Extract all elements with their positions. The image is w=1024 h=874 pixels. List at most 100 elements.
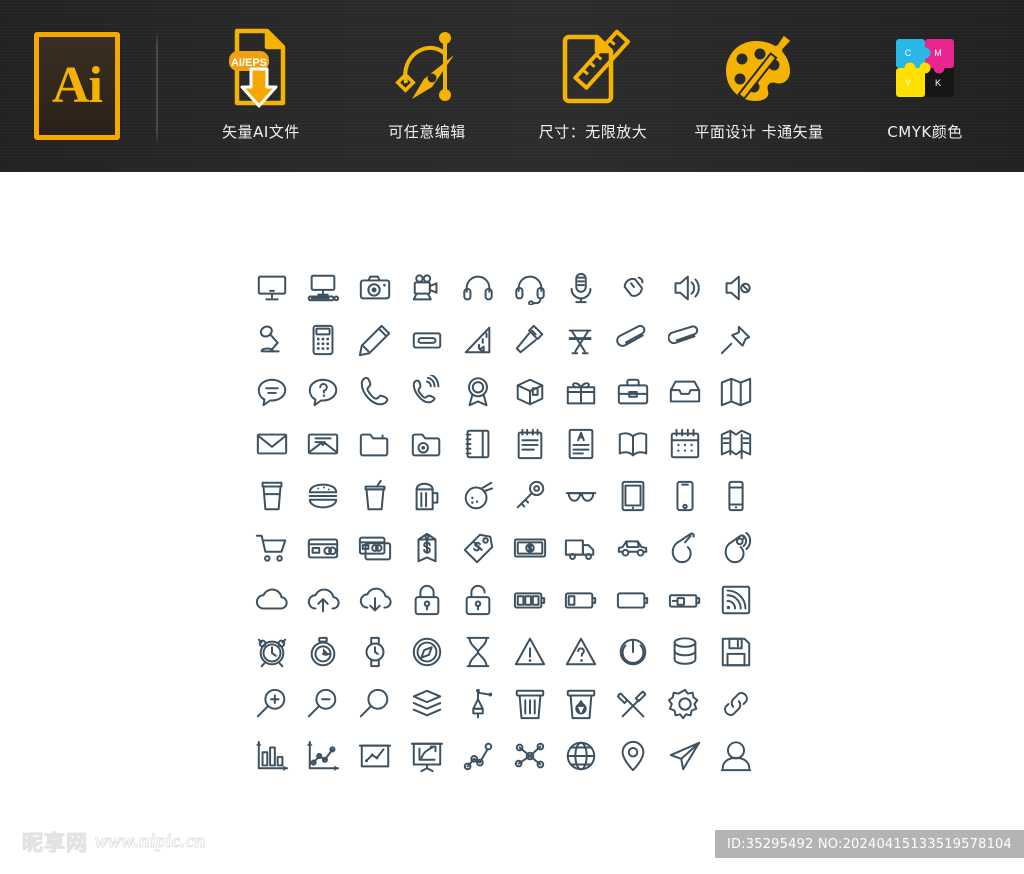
icon-cell (246, 418, 298, 470)
headphones-icon (463, 275, 493, 301)
icon-cell (504, 470, 556, 522)
microphone-icon (570, 272, 592, 304)
battery-charging-icon (668, 594, 700, 608)
battery-empty-icon (616, 592, 649, 609)
icon-cell (556, 418, 608, 470)
icon-cell (298, 314, 350, 366)
icon-cell (659, 470, 711, 522)
award-ribbon-icon (468, 377, 489, 407)
soda-cup-icon (364, 479, 386, 511)
credit-cards-icon (358, 536, 392, 561)
photo-folder-icon (411, 433, 440, 457)
inbox-tray-icon (669, 380, 700, 403)
icon-cell (556, 262, 608, 314)
globe-icon (567, 741, 596, 771)
feature-label-design: 平面设计 卡通矢量 (694, 123, 824, 141)
icon-cell (556, 730, 608, 782)
icon-cell (659, 314, 711, 366)
wristwatch-icon (365, 636, 385, 668)
cloud-upload-icon (308, 588, 340, 613)
icon-cell (710, 470, 762, 522)
open-envelope-icon (308, 433, 339, 455)
triangle-ruler-icon (464, 326, 491, 354)
icon-cell (401, 366, 453, 418)
svg-text:K: K (935, 78, 941, 88)
icon-cell (298, 522, 350, 574)
database-icon (673, 637, 696, 665)
icon-cell (452, 314, 504, 366)
tap-gesture-icon (724, 531, 752, 564)
feature-label-scalable: 尺寸：无限放大 (538, 123, 648, 141)
search-icon (359, 688, 389, 718)
svg-text:M: M (934, 48, 942, 58)
icon-cell (504, 730, 556, 782)
feature-label-cmyk: CMYK颜色 (887, 123, 963, 141)
feature-item-design: 平面设计 卡通矢量 (676, 19, 842, 153)
package-box-icon (516, 378, 544, 406)
icon-cell (556, 366, 608, 418)
icon-cell (246, 522, 298, 574)
question-triangle-icon (566, 637, 597, 666)
pencil-icon (358, 324, 391, 357)
icon-cell (349, 522, 401, 574)
warning-triangle-icon (514, 637, 545, 666)
briefcase-icon (617, 378, 649, 405)
icon-cell (246, 678, 298, 730)
icon-cell (349, 314, 401, 366)
brochure-icon (720, 429, 752, 460)
icon-cell (659, 626, 711, 678)
icon-cell (246, 574, 298, 626)
icon-cell (659, 366, 711, 418)
svg-text:AI/EPS: AI/EPS (231, 57, 267, 69)
link-chain-icon (724, 692, 749, 716)
power-button-icon (619, 638, 647, 666)
fountain-pen-icon (472, 688, 493, 719)
icon-cell (504, 522, 556, 574)
icon-cell (401, 678, 453, 730)
battery-low-icon (565, 592, 597, 609)
icon-cell (659, 730, 711, 782)
icon-cell (607, 678, 659, 730)
icon-cell (504, 366, 556, 418)
recycle-bin-icon (567, 689, 596, 720)
icon-cell (298, 470, 350, 522)
icon-cell (298, 262, 350, 314)
palette-brush-icon (716, 23, 802, 111)
user-avatar-icon (720, 741, 752, 772)
icon-grid (246, 262, 762, 782)
hamburger-icon (309, 483, 338, 509)
icon-cell (452, 418, 504, 470)
gear-settings-icon (667, 688, 698, 720)
icon-cell (607, 262, 659, 314)
icon-cell (504, 314, 556, 366)
page-root: Ai AI/EPS 矢量AI文件 可任意编辑 尺寸：无限放大 平面设计 卡通矢量… (0, 0, 1024, 874)
icon-cell (556, 314, 608, 366)
icon-cell (504, 262, 556, 314)
feature-label-vector-file: 矢量AI文件 (222, 123, 300, 141)
pointing-hand-icon (671, 532, 695, 564)
icon-cell (504, 678, 556, 730)
adobe-illustrator-logo: Ai (34, 32, 120, 140)
compass-icon (412, 637, 441, 667)
battery-full-icon (513, 592, 545, 609)
spiral-notebook-icon (465, 429, 490, 459)
cloud-icon (255, 588, 288, 610)
smartphone-icon (675, 480, 694, 512)
bar-chart-icon (255, 740, 288, 772)
hourglass-icon (466, 636, 490, 668)
director-chair-icon (569, 329, 592, 355)
icon-cell (401, 418, 453, 470)
icon-cell (298, 678, 350, 730)
icon-cell (710, 366, 762, 418)
folded-map-icon (720, 377, 752, 407)
icon-cell (452, 522, 504, 574)
phone-ringing-icon (412, 375, 439, 404)
icon-cell (246, 262, 298, 314)
svg-text:C: C (905, 48, 912, 58)
calculator-icon (312, 324, 334, 356)
document-ruler-icon (553, 23, 633, 111)
icon-cell (349, 262, 401, 314)
icon-cell (246, 626, 298, 678)
speaker-volume-icon (674, 275, 700, 301)
feature-label-editable: 可任意编辑 (388, 123, 466, 141)
